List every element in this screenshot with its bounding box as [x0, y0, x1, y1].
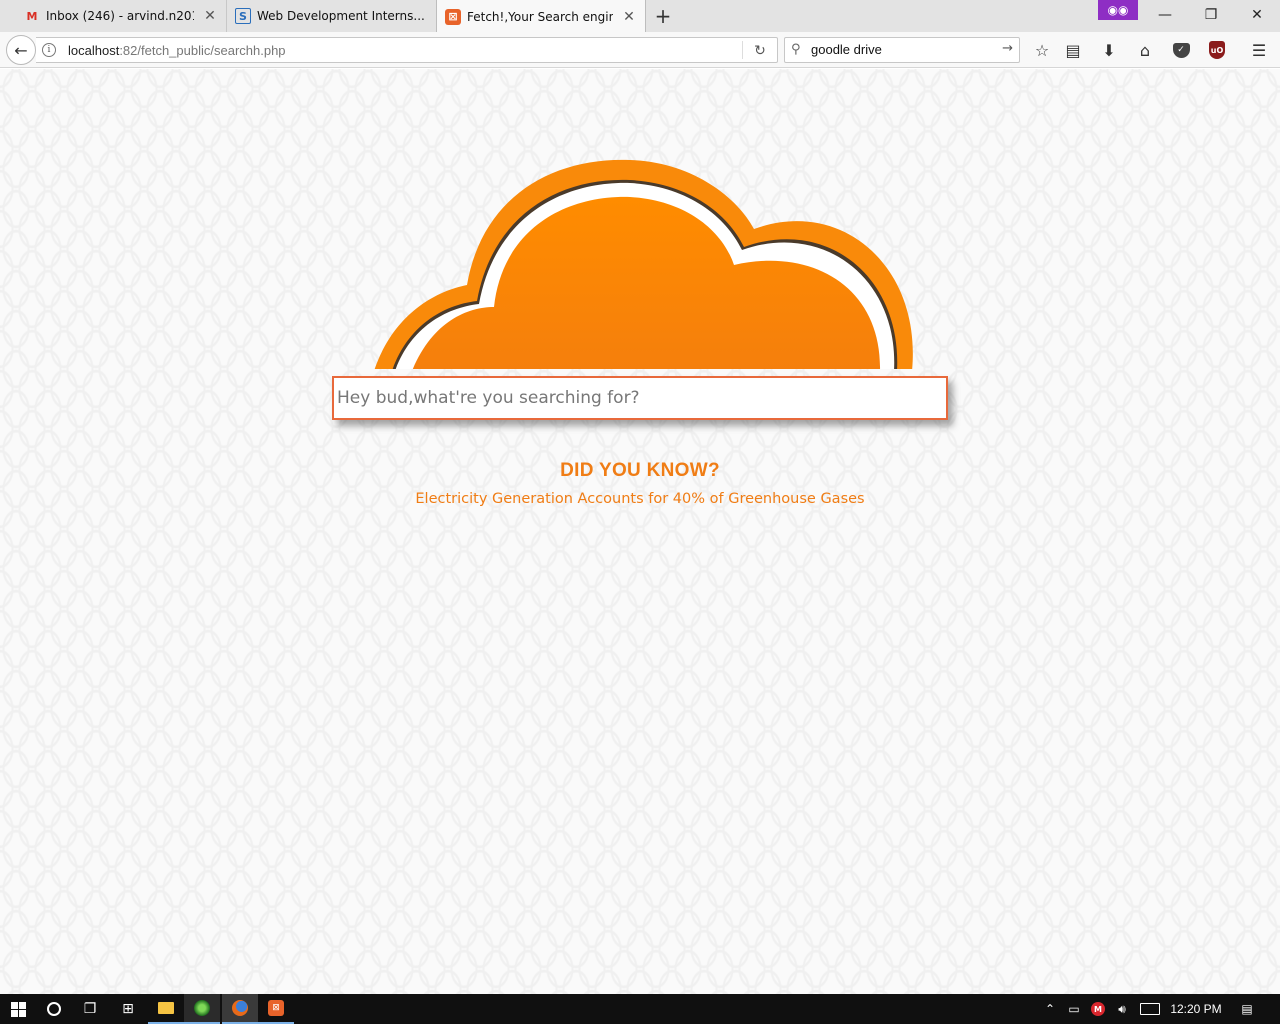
tab-web-development[interactable]: S Web Development Interns...	[226, 0, 436, 32]
start-button[interactable]	[0, 994, 36, 1024]
hamburger-menu-icon[interactable]: ☰	[1247, 38, 1271, 62]
arrow-left-icon: ←	[14, 40, 28, 60]
minimize-button[interactable]: —	[1142, 0, 1188, 30]
tab-title: Fetch!,Your Search engine	[467, 9, 613, 24]
back-button[interactable]: ←	[6, 35, 36, 65]
xampp-icon: ⊠	[268, 1000, 284, 1016]
keyboard-icon[interactable]	[1138, 994, 1162, 1024]
s-brand-icon: S	[235, 8, 251, 24]
app-globe-icon	[194, 1000, 210, 1016]
tab-gmail-inbox[interactable]: M Inbox (246) - arvind.n2012... ✕	[16, 0, 226, 32]
ublock-shield-icon[interactable]: uO	[1205, 38, 1229, 62]
browser-search-value: goodle drive	[811, 42, 882, 57]
reading-list-icon[interactable]: ▤	[1061, 38, 1085, 62]
close-tab-icon[interactable]: ✕	[621, 9, 637, 25]
bookmark-star-icon[interactable]: ☆	[1030, 38, 1054, 62]
url-divider	[742, 41, 743, 59]
home-icon[interactable]: ⌂	[1133, 38, 1157, 62]
tab-strip: M Inbox (246) - arvind.n2012... ✕ S Web …	[0, 0, 1280, 33]
restore-button[interactable]: ❐	[1188, 0, 1234, 30]
action-center-icon[interactable]: ▤	[1236, 994, 1258, 1024]
url-text: localhost:82/fetch_public/searchh.php	[68, 43, 286, 58]
search-field-container	[332, 376, 948, 420]
network-icon[interactable]: ▭	[1064, 994, 1084, 1024]
xampp-taskbar-button[interactable]: ⊠	[258, 994, 294, 1024]
firefox-icon	[232, 1000, 248, 1016]
arrow-right-icon[interactable]: →	[1002, 41, 1013, 56]
new-tab-button[interactable]: +	[652, 4, 674, 28]
taskbar-app-button[interactable]	[184, 994, 220, 1024]
close-tab-icon[interactable]: ✕	[202, 8, 218, 24]
browser-search-box[interactable]: ⚲ goodle drive →	[784, 37, 1020, 63]
pocket-icon[interactable]: ✓	[1169, 38, 1193, 62]
file-explorer-button[interactable]	[148, 994, 184, 1024]
task-view-button[interactable]: ❐	[72, 994, 108, 1024]
private-browsing-mask-icon: ◉◉	[1098, 0, 1138, 20]
store-bag-icon: ⊞	[122, 1001, 134, 1017]
tab-title: Inbox (246) - arvind.n2012...	[46, 9, 194, 23]
navigation-toolbar: ← i localhost:82/fetch_public/searchh.ph…	[0, 32, 1280, 68]
did-you-know-fact: Electricity Generation Accounts for 40% …	[415, 491, 865, 507]
window-close-button[interactable]: ✕	[1234, 0, 1280, 30]
windows-taskbar: ❐ ⊞ ⊠ ⌃ ▭ M 🔊︎ 12:20 PM ▤	[0, 994, 1280, 1024]
tab-fetch-search[interactable]: ⊠ Fetch!,Your Search engine ✕	[436, 0, 646, 33]
search-icon: ⚲	[791, 42, 801, 57]
did-you-know-heading: DID YOU KNOW?	[560, 460, 720, 481]
show-hidden-icons-chevron-icon[interactable]: ⌃	[1042, 994, 1058, 1024]
search-input[interactable]	[334, 378, 946, 418]
info-icon[interactable]: i	[42, 43, 56, 57]
reload-icon[interactable]: ↻	[750, 41, 770, 61]
system-clock[interactable]: 12:20 PM	[1166, 994, 1226, 1024]
xampp-icon: ⊠	[445, 8, 461, 25]
task-view-icon: ❐	[83, 1001, 97, 1017]
windows-logo-icon	[10, 1001, 26, 1017]
tab-title: Web Development Interns...	[257, 9, 425, 23]
cortana-circle-icon	[47, 1002, 61, 1016]
firefox-taskbar-button[interactable]	[222, 994, 258, 1024]
gmail-icon: M	[26, 9, 38, 23]
volume-icon[interactable]: 🔊︎	[1112, 994, 1132, 1024]
download-icon[interactable]: ⬇	[1097, 38, 1121, 62]
folder-icon	[158, 1002, 174, 1014]
store-button[interactable]: ⊞	[110, 994, 146, 1024]
cortana-button[interactable]	[36, 994, 72, 1024]
address-bar[interactable]: i localhost:82/fetch_public/searchh.php …	[36, 37, 778, 63]
cloud-logo	[374, 159, 913, 369]
page-content: DID YOU KNOW? Electricity Generation Acc…	[0, 69, 1280, 994]
mega-sync-icon[interactable]: M	[1090, 994, 1106, 1024]
